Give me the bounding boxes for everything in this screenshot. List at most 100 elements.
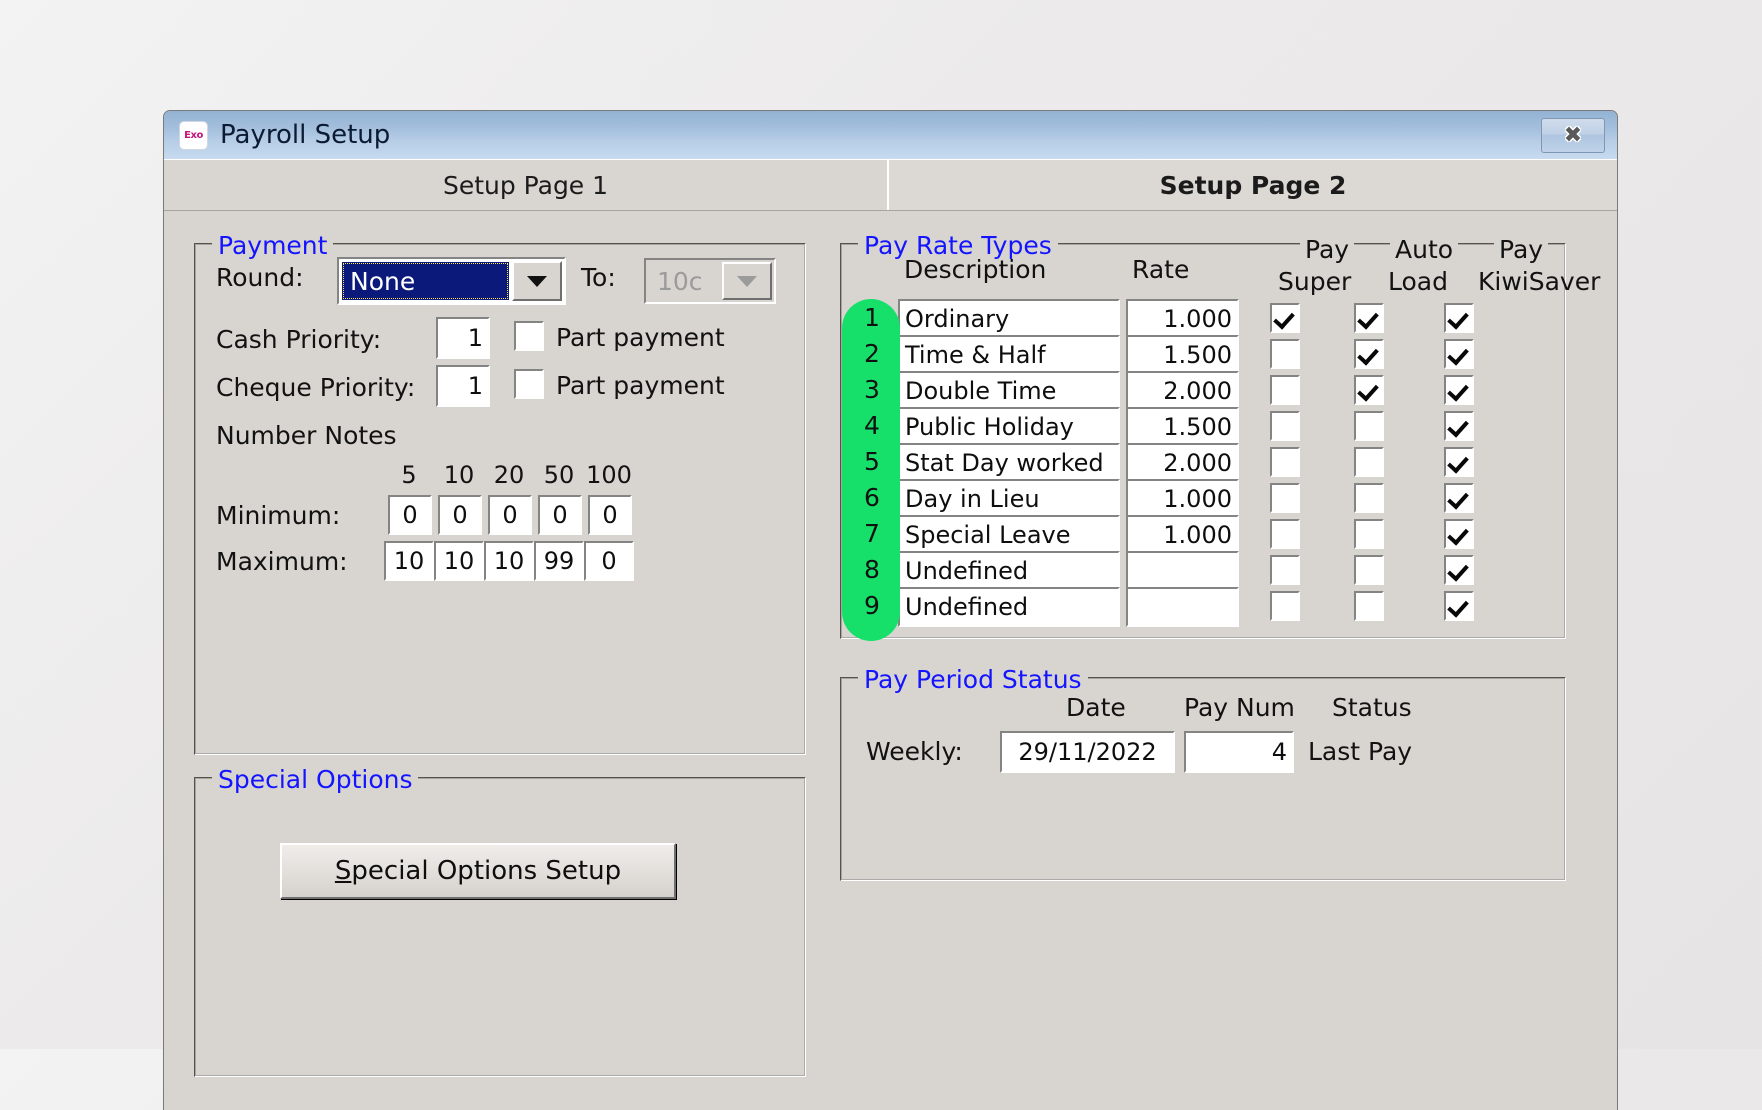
special-options-setup-button-label: pecial Options Setup bbox=[351, 856, 621, 886]
to-label: To: bbox=[581, 263, 616, 292]
row-rate-input[interactable]: 2.000 bbox=[1126, 371, 1239, 411]
special-options-group-title: Special Options bbox=[212, 765, 418, 794]
row-description-input[interactable]: Ordinary bbox=[898, 299, 1120, 339]
row-description-input[interactable]: Public Holiday bbox=[898, 407, 1120, 447]
tab-setup-page-2[interactable]: Setup Page 2 bbox=[889, 160, 1617, 210]
row-rate-input[interactable]: 1.500 bbox=[1126, 335, 1239, 375]
title-bar: Exo Payroll Setup ✖ bbox=[164, 111, 1617, 160]
row-description-input[interactable]: Time & Half bbox=[898, 335, 1120, 375]
row-pay-kiwisaver-checkbox[interactable] bbox=[1444, 339, 1474, 369]
row-number: 6 bbox=[852, 483, 892, 512]
special-options-setup-button[interactable]: Special Options Setup bbox=[280, 843, 676, 899]
row-number: 2 bbox=[852, 339, 892, 368]
pay-period-col-date: Date bbox=[1066, 693, 1126, 722]
pay-period-date-input[interactable]: 29/11/2022 bbox=[1000, 731, 1175, 773]
row-pay-super-checkbox[interactable] bbox=[1270, 411, 1300, 441]
row-auto-load-checkbox[interactable] bbox=[1354, 591, 1384, 621]
row-rate-input[interactable]: 2.000 bbox=[1126, 443, 1239, 483]
close-button[interactable]: ✖ bbox=[1541, 118, 1605, 153]
row-pay-super-checkbox[interactable] bbox=[1270, 339, 1300, 369]
tab-setup-page-1[interactable]: Setup Page 1 bbox=[164, 160, 889, 210]
number-notes-label: Number Notes bbox=[216, 421, 397, 450]
cheque-priority-label: Cheque Priority: bbox=[216, 373, 415, 402]
row-description-input[interactable]: Undefined bbox=[898, 587, 1120, 627]
minimum-input-100[interactable]: 0 bbox=[588, 495, 632, 535]
row-pay-kiwisaver-checkbox[interactable] bbox=[1444, 555, 1474, 585]
minimum-input-10[interactable]: 0 bbox=[438, 495, 482, 535]
maximum-input-10[interactable]: 10 bbox=[434, 541, 484, 581]
row-pay-kiwisaver-checkbox[interactable] bbox=[1444, 375, 1474, 405]
row-pay-super-checkbox[interactable] bbox=[1270, 447, 1300, 477]
row-pay-kiwisaver-checkbox[interactable] bbox=[1444, 483, 1474, 513]
row-rate-input[interactable]: 1.000 bbox=[1126, 479, 1239, 519]
row-pay-kiwisaver-checkbox[interactable] bbox=[1444, 411, 1474, 441]
round-combo-dropdown-button[interactable] bbox=[512, 261, 562, 301]
cash-priority-input[interactable]: 1 bbox=[436, 317, 490, 359]
row-auto-load-checkbox[interactable] bbox=[1354, 303, 1384, 333]
row-rate-input[interactable] bbox=[1126, 587, 1239, 627]
pay-super-caption-line2: Super bbox=[1278, 267, 1351, 296]
row-pay-kiwisaver-checkbox[interactable] bbox=[1444, 519, 1474, 549]
row-description-input[interactable]: Special Leave bbox=[898, 515, 1120, 555]
row-pay-kiwisaver-checkbox[interactable] bbox=[1444, 303, 1474, 333]
chevron-down-icon bbox=[737, 276, 757, 287]
row-description-input[interactable]: Double Time bbox=[898, 371, 1120, 411]
row-number: 3 bbox=[852, 375, 892, 404]
tab-setup-page-1-label: Setup Page 1 bbox=[443, 171, 608, 200]
maximum-input-50[interactable]: 99 bbox=[534, 541, 584, 581]
cheque-part-payment-label: Part payment bbox=[556, 371, 725, 400]
row-number: 9 bbox=[852, 591, 892, 620]
row-description-input[interactable]: Stat Day worked bbox=[898, 443, 1120, 483]
row-pay-super-checkbox[interactable] bbox=[1270, 555, 1300, 585]
to-combo[interactable]: 10c bbox=[644, 258, 776, 304]
chevron-down-icon bbox=[527, 276, 547, 287]
cheque-part-payment-checkbox[interactable] bbox=[514, 369, 544, 399]
row-auto-load-checkbox[interactable] bbox=[1354, 555, 1384, 585]
exo-app-icon: Exo bbox=[179, 121, 208, 150]
row-pay-super-checkbox[interactable] bbox=[1270, 483, 1300, 513]
row-pay-kiwisaver-checkbox[interactable] bbox=[1444, 591, 1474, 621]
header-description: Description bbox=[904, 255, 1046, 284]
minimum-input-50[interactable]: 0 bbox=[538, 495, 582, 535]
row-pay-super-checkbox[interactable] bbox=[1270, 303, 1300, 333]
row-auto-load-checkbox[interactable] bbox=[1354, 339, 1384, 369]
row-description-input[interactable]: Undefined bbox=[898, 551, 1120, 591]
row-auto-load-checkbox[interactable] bbox=[1354, 483, 1384, 513]
maximum-input-20[interactable]: 10 bbox=[484, 541, 534, 581]
row-pay-super-checkbox[interactable] bbox=[1270, 591, 1300, 621]
row-auto-load-checkbox[interactable] bbox=[1354, 411, 1384, 441]
maximum-input-100[interactable]: 0 bbox=[584, 541, 634, 581]
denomination-100: 100 bbox=[582, 461, 636, 489]
row-number: 4 bbox=[852, 411, 892, 440]
denomination-5: 5 bbox=[382, 461, 436, 489]
cheque-priority-input[interactable]: 1 bbox=[436, 365, 490, 407]
special-options-group: Special Options Special Options Setup bbox=[194, 777, 806, 1077]
row-rate-input[interactable] bbox=[1126, 551, 1239, 591]
row-rate-input[interactable]: 1.000 bbox=[1126, 299, 1239, 339]
row-number: 5 bbox=[852, 447, 892, 476]
row-auto-load-checkbox[interactable] bbox=[1354, 375, 1384, 405]
row-number: 1 bbox=[852, 303, 892, 332]
row-pay-super-checkbox[interactable] bbox=[1270, 375, 1300, 405]
cash-part-payment-label: Part payment bbox=[556, 323, 725, 352]
pay-period-pay-num-input[interactable]: 4 bbox=[1184, 731, 1294, 773]
row-auto-load-checkbox[interactable] bbox=[1354, 519, 1384, 549]
row-pay-kiwisaver-checkbox[interactable] bbox=[1444, 447, 1474, 477]
minimum-input-20[interactable]: 0 bbox=[488, 495, 532, 535]
tab-setup-page-2-label: Setup Page 2 bbox=[1160, 171, 1347, 200]
minimum-input-5[interactable]: 0 bbox=[388, 495, 432, 535]
maximum-input-5[interactable]: 10 bbox=[384, 541, 434, 581]
row-rate-input[interactable]: 1.500 bbox=[1126, 407, 1239, 447]
cash-part-payment-checkbox[interactable] bbox=[514, 321, 544, 351]
to-combo-dropdown-button[interactable] bbox=[722, 262, 772, 300]
row-pay-super-checkbox[interactable] bbox=[1270, 519, 1300, 549]
round-label: Round: bbox=[216, 263, 304, 292]
pay-rate-types-group: Pay Rate Types Description Rate 1 Ordina… bbox=[840, 243, 1566, 639]
pay-super-caption-line1: Pay bbox=[1300, 235, 1354, 264]
row-auto-load-checkbox[interactable] bbox=[1354, 447, 1384, 477]
row-rate-input[interactable]: 1.000 bbox=[1126, 515, 1239, 555]
row-description-input[interactable]: Day in Lieu bbox=[898, 479, 1120, 519]
minimum-label: Minimum: bbox=[216, 501, 340, 530]
round-combo[interactable]: None bbox=[337, 257, 566, 305]
close-icon: ✖ bbox=[1564, 123, 1582, 148]
